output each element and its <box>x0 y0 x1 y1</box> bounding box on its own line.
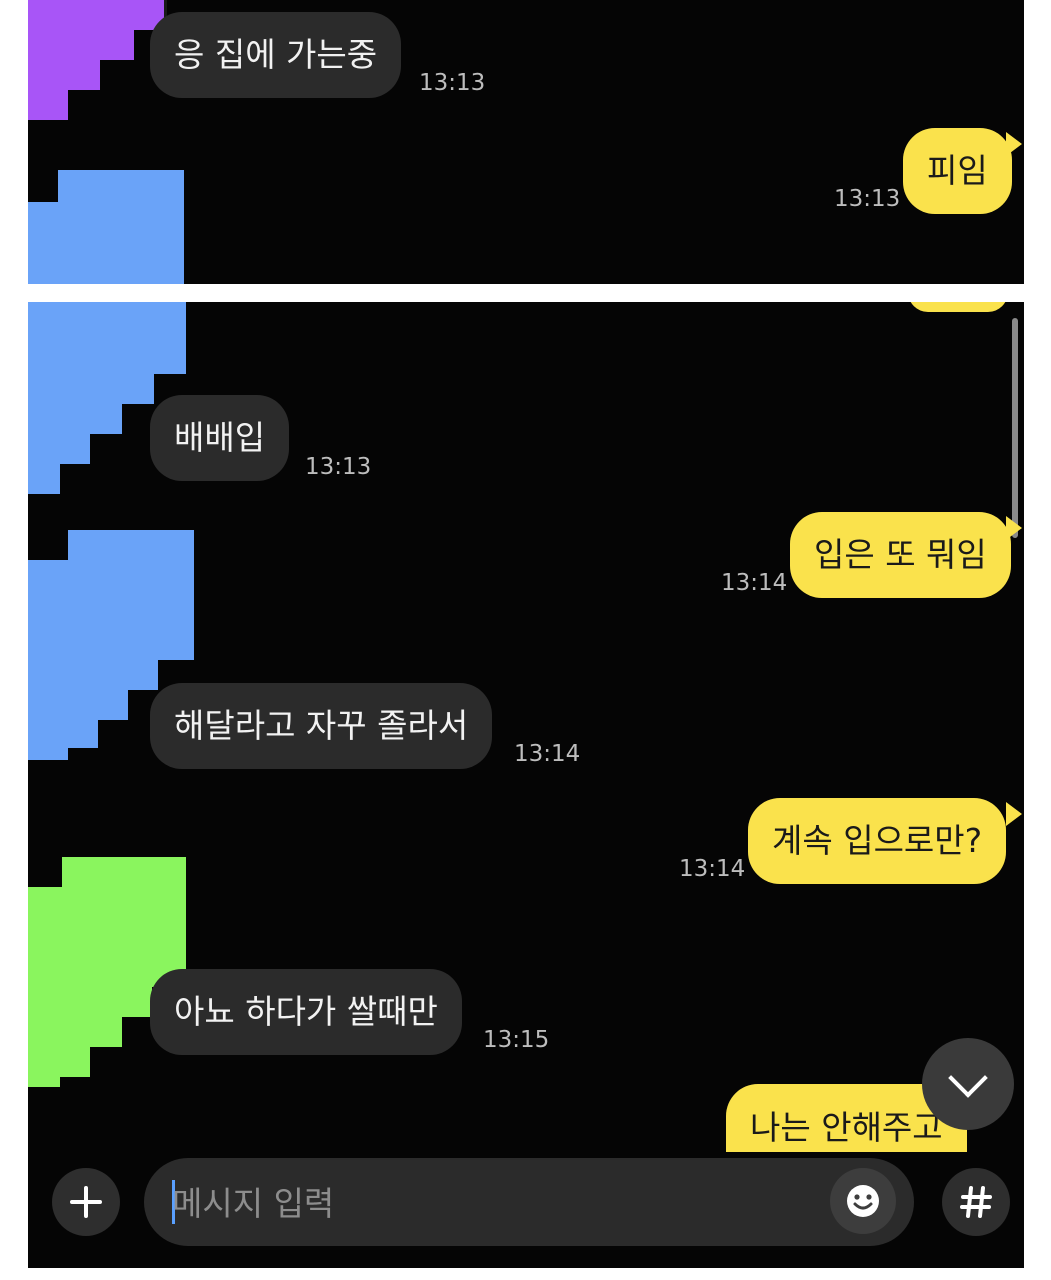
message-time: 13:14 <box>514 741 581 767</box>
hash-icon <box>960 1186 992 1218</box>
plus-icon <box>70 1186 102 1218</box>
bubble-tail <box>1006 516 1022 540</box>
message-input-box[interactable] <box>144 1158 914 1248</box>
bubble-tail <box>1006 132 1022 156</box>
emoji-button[interactable] <box>830 1168 896 1234</box>
message-time: 13:14 <box>679 856 746 882</box>
message-bubble-incoming[interactable]: 배배입 <box>150 395 290 481</box>
chat-panel-bottom: 배배입 13:13 입은 또 뭐임 13:14 해달라고 자꾸 졸라서 13:1… <box>28 302 1024 1268</box>
scrollbar[interactable] <box>1012 318 1018 538</box>
message-time: 13:13 <box>419 70 486 96</box>
message-text: 응 집에 가는중 <box>174 35 378 74</box>
message-text: 나는 안해주고 <box>750 1108 943 1147</box>
message-text: 배배입 <box>174 418 266 457</box>
chat-panel-top: 응 집에 가는중 13:13 피임 13:13 <box>28 0 1024 284</box>
message-time: 13:13 <box>834 186 901 212</box>
message-input[interactable] <box>170 1158 814 1248</box>
message-bubble-outgoing[interactable]: 계속 입으로만? <box>748 798 1007 884</box>
message-input-bar <box>28 1152 1024 1268</box>
message-text: 계속 입으로만? <box>772 821 983 860</box>
chevron-down-icon <box>948 1058 988 1098</box>
message-bubble-outgoing[interactable]: 피임 <box>903 128 1012 214</box>
smile-icon <box>847 1185 879 1217</box>
add-button[interactable] <box>52 1168 120 1236</box>
message-bubble-incoming[interactable]: 아뇨 하다가 쌀때만 <box>150 969 462 1055</box>
message-text: 아뇨 하다가 쌀때만 <box>174 992 438 1031</box>
message-time: 13:14 <box>721 570 788 596</box>
message-bubble-incoming[interactable]: 해달라고 자꾸 졸라서 <box>150 683 493 769</box>
message-bubble-incoming[interactable]: 응 집에 가는중 <box>150 12 402 98</box>
message-time: 13:13 <box>305 454 372 480</box>
message-text: 피임 <box>927 151 988 190</box>
scroll-down-button[interactable] <box>922 1038 1014 1130</box>
message-text: 입은 또 뭐임 <box>814 535 987 574</box>
avatar-blue[interactable] <box>28 140 218 284</box>
message-bubble-outgoing[interactable]: 입은 또 뭐임 <box>790 512 1011 598</box>
partial-outgoing-bubble <box>908 302 1008 312</box>
hashtag-button[interactable] <box>942 1168 1010 1236</box>
bubble-tail <box>1006 802 1022 826</box>
message-text: 해달라고 자꾸 졸라서 <box>174 706 469 745</box>
message-time: 13:15 <box>483 1027 550 1053</box>
